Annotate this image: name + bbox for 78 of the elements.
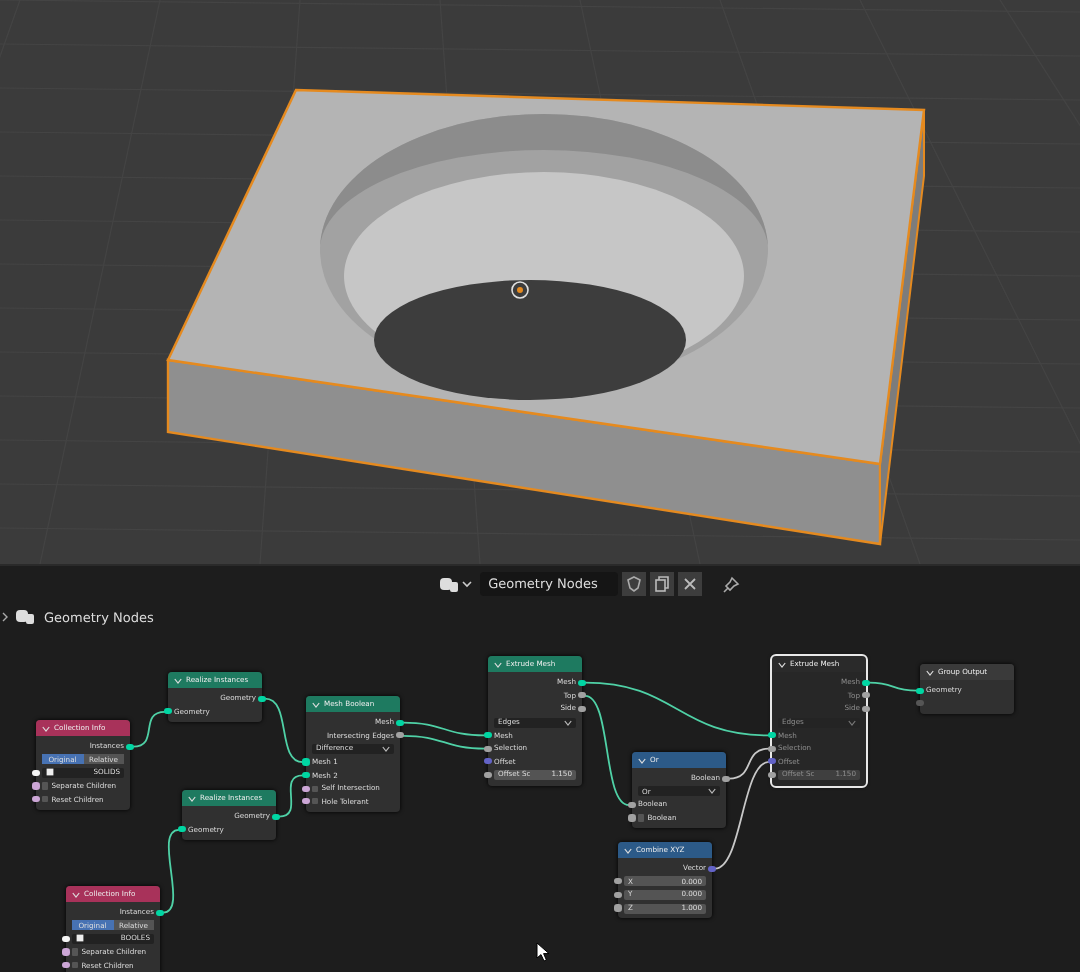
socket-icon[interactable] [178,826,186,833]
socket-icon[interactable] [272,813,280,820]
socket-icon[interactable] [484,771,492,779]
socket-icon[interactable] [258,695,266,702]
caret-icon [382,745,390,752]
socket-icon[interactable] [302,798,310,805]
caret-icon [624,847,632,853]
mouse-cursor-icon [536,942,550,962]
checkbox[interactable] [72,948,79,956]
socket-icon[interactable] [862,679,870,686]
collection-icon [76,934,84,943]
socket-icon[interactable] [578,679,586,686]
socket-icon[interactable] [302,772,310,779]
editor-type-button[interactable] [436,573,477,595]
checkbox[interactable] [42,782,49,790]
caret-icon [2,612,8,622]
shield-icon [625,576,642,592]
socket-icon[interactable] [156,909,164,916]
duplicate-button[interactable] [649,572,674,596]
caret-icon [926,669,934,675]
checkbox[interactable] [312,798,319,805]
socket-icon[interactable] [916,687,924,694]
caret-icon [638,757,646,763]
duplicate-icon [653,576,670,592]
socket-icon[interactable] [614,878,622,885]
socket-icon[interactable] [126,743,134,750]
socket-icon[interactable] [768,771,776,779]
socket-icon[interactable] [768,758,776,765]
socket-icon[interactable] [32,796,40,803]
shield-button[interactable] [621,572,646,596]
close-icon [681,576,698,592]
socket-icon[interactable] [484,745,492,752]
caret-icon [72,891,80,897]
socket-icon[interactable] [862,705,870,713]
socket-icon[interactable] [484,732,492,739]
caret-icon [174,677,182,683]
node-link [278,774,304,818]
socket-icon[interactable] [164,708,172,715]
node-tree-icon [440,575,461,593]
collection-icon [46,768,54,777]
caret-icon [188,795,196,801]
caret-icon [312,701,320,707]
socket-icon[interactable] [396,732,404,739]
socket-icon[interactable] [302,785,310,792]
socket-icon[interactable] [628,801,636,809]
caret-icon [42,725,50,731]
node-link [264,697,304,764]
node-link [162,828,180,914]
socket-icon[interactable] [768,745,776,752]
origin-icon [511,281,529,299]
socket-icon[interactable] [722,775,730,782]
socket-icon[interactable] [32,782,40,790]
socket-icon[interactable] [578,692,586,699]
socket-icon[interactable] [62,935,70,943]
pin-icon [721,575,740,593]
caret-icon [848,719,856,726]
caret-icon [708,788,716,795]
socket-icon[interactable] [578,705,586,713]
checkbox[interactable] [42,796,49,803]
socket-icon[interactable] [862,692,870,699]
caret-icon [494,661,502,667]
caret-icon [462,580,473,588]
caret-icon [564,719,572,726]
node-link [868,681,918,692]
caret-icon [778,661,786,667]
socket-icon[interactable] [302,758,310,766]
socket-icon[interactable] [396,719,404,726]
socket-icon[interactable] [62,948,70,956]
socket-icon[interactable] [62,962,70,969]
socket-icon[interactable] [768,732,776,739]
checkbox[interactable] [72,962,79,969]
close-button[interactable] [677,572,702,596]
socket-icon[interactable] [614,891,622,899]
node-tree-icon [16,608,36,626]
checkbox[interactable] [638,814,645,822]
socket-icon[interactable] [32,769,40,777]
node-link [132,710,166,748]
checkbox[interactable] [312,785,319,792]
